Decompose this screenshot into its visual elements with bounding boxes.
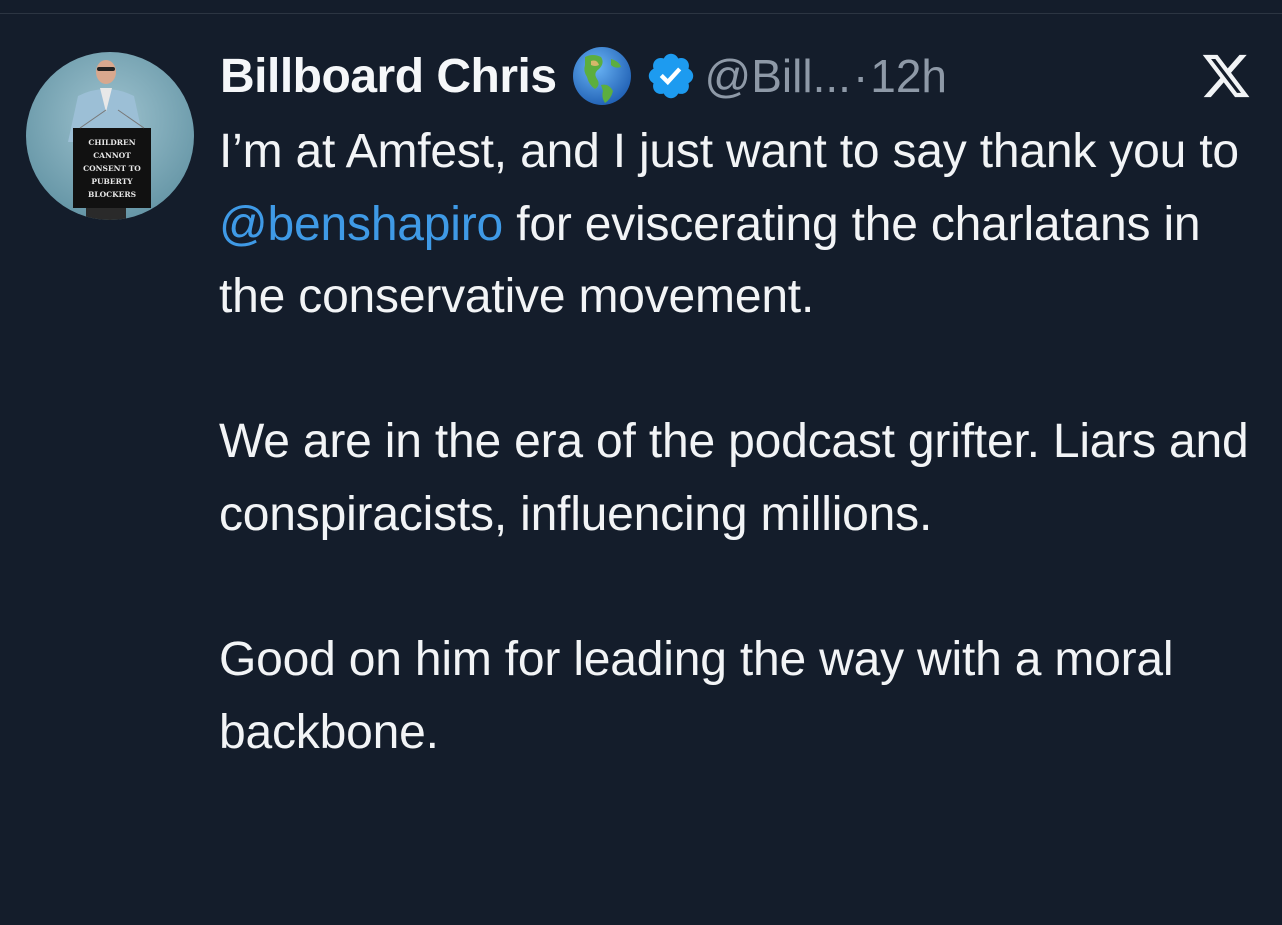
tweet-paragraph: Good on him for leading the way with a m… [219, 633, 1174, 759]
verified-badge-icon[interactable] [645, 50, 697, 102]
separator-dot: · [852, 50, 869, 102]
avatar-sign-line: CHILDREN [88, 138, 136, 147]
author-name[interactable]: Billboard Chris [220, 49, 557, 104]
globe-americas-icon [571, 45, 633, 107]
tweet-text: I’m at Amfest, and I just want to say th… [219, 125, 1239, 178]
avatar-sign-line: PUBERTY [91, 177, 133, 186]
tweet-card[interactable]: CHILDREN CANNOT CONSENT TO PUBERTY BLOCK… [0, 0, 1282, 925]
author-handle[interactable]: @Bill... [705, 49, 851, 103]
avatar-sign-line: CANNOT [93, 151, 131, 160]
tweet-paragraph: We are in the era of the podcast grifter… [219, 415, 1249, 541]
avatar-sign-text: CHILDREN CANNOT CONSENT TO PUBERTY BLOCK… [73, 136, 151, 201]
mention-link[interactable]: @benshapiro [219, 198, 503, 251]
avatar[interactable]: CHILDREN CANNOT CONSENT TO PUBERTY BLOCK… [26, 52, 194, 220]
x-logo-icon[interactable] [1198, 50, 1254, 102]
tweet-paragraph: I’m at Amfest, and I just want to say th… [219, 116, 1259, 334]
avatar-sign-line: BLOCKERS [88, 190, 136, 199]
tweet-header: Billboard Chris @Bill... · 12h [220, 44, 947, 108]
timestamp[interactable]: 12h [870, 49, 947, 103]
avatar-sign-line: CONSENT TO [83, 164, 141, 173]
tweet-body: I’m at Amfest, and I just want to say th… [219, 116, 1259, 769]
